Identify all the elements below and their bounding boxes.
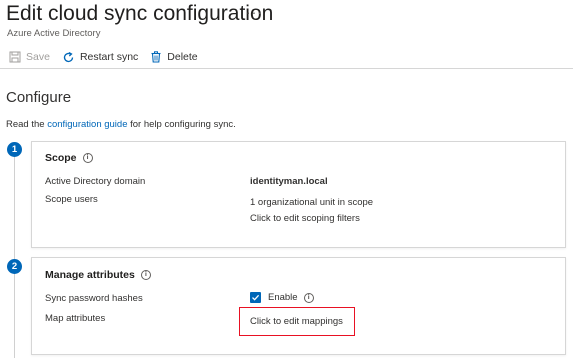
edit-mappings-link[interactable]: Click to edit mappings — [250, 316, 343, 327]
save-label: Save — [26, 51, 50, 63]
page-title: Edit cloud sync configuration — [6, 2, 274, 25]
help-text-prefix: Read the — [6, 119, 48, 130]
info-icon[interactable]: i — [140, 270, 151, 280]
scope-card: Scope i Active Directory domain identity… — [31, 141, 566, 248]
help-text: Read the configuration guide for help co… — [6, 119, 236, 130]
delete-button[interactable]: Delete — [150, 51, 198, 63]
step-2-badge: 2 — [7, 259, 22, 274]
configuration-guide-link[interactable]: configuration guide — [47, 119, 127, 130]
enable-checkbox[interactable] — [250, 292, 261, 303]
enable-checkbox-group: Enable i — [250, 292, 314, 303]
edit-scoping-filters-link[interactable]: Click to edit scoping filters — [250, 213, 360, 224]
command-bar: Save Restart sync Delete — [9, 48, 210, 66]
sync-password-hashes-label: Sync password hashes — [45, 293, 143, 304]
info-icon[interactable]: i — [82, 153, 93, 163]
restart-icon — [63, 51, 74, 62]
delete-icon — [151, 51, 161, 63]
scope-users-value: 1 organizational unit in scope — [250, 197, 374, 208]
map-attributes-label: Map attributes — [45, 313, 106, 324]
scope-title-text: Scope — [45, 152, 77, 164]
checkmark-icon — [252, 294, 260, 301]
step-1-badge: 1 — [7, 142, 22, 157]
scope-users-label: Scope users — [45, 194, 98, 205]
step-connector — [14, 155, 15, 358]
scope-title: Scope i — [45, 152, 93, 164]
manage-attributes-title: Manage attributes i — [45, 269, 151, 281]
delete-label: Delete — [167, 51, 198, 63]
save-icon — [9, 51, 21, 63]
enable-label: Enable — [268, 292, 298, 303]
manage-attributes-card: Manage attributes i Sync password hashes… — [31, 257, 566, 355]
ad-domain-value: identityman.local — [250, 176, 328, 187]
restart-sync-label: Restart sync — [79, 51, 139, 63]
help-text-suffix: for help configuring sync. — [127, 119, 236, 130]
restart-sync-button[interactable]: Restart sync — [62, 51, 138, 64]
ad-domain-label: Active Directory domain — [45, 176, 146, 187]
more-options-button[interactable]: ··· — [246, 4, 263, 20]
save-button[interactable]: Save — [9, 51, 50, 63]
toolbar-divider — [0, 68, 573, 69]
manage-attributes-title-text: Manage attributes — [45, 269, 135, 281]
info-icon[interactable]: i — [303, 292, 314, 303]
page-subtitle: Azure Active Directory — [7, 28, 101, 39]
configure-heading: Configure — [6, 89, 72, 106]
